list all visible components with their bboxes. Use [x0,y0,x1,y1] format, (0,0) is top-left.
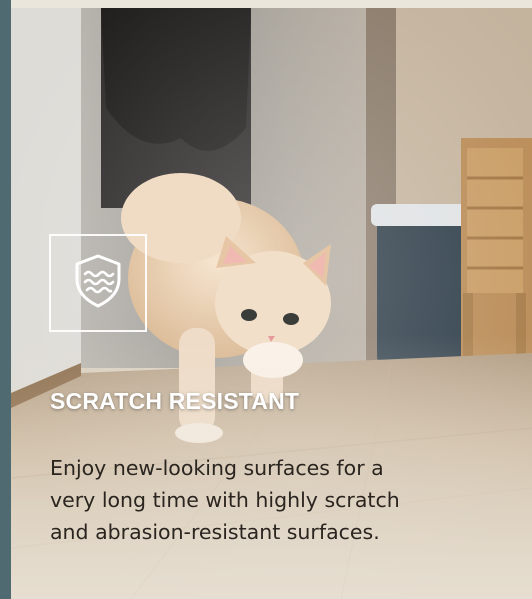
top-divider [0,0,532,8]
accent-bar [0,0,11,599]
feature-icon-frame [49,234,147,332]
feature-title: SCRATCH RESISTANT [50,388,300,414]
shield-waves-icon [73,254,123,313]
feature-card: SCRATCH RESISTANT Enjoy new-looking surf… [0,0,532,599]
feature-description: Enjoy new-looking surfaces for a very lo… [50,456,400,544]
